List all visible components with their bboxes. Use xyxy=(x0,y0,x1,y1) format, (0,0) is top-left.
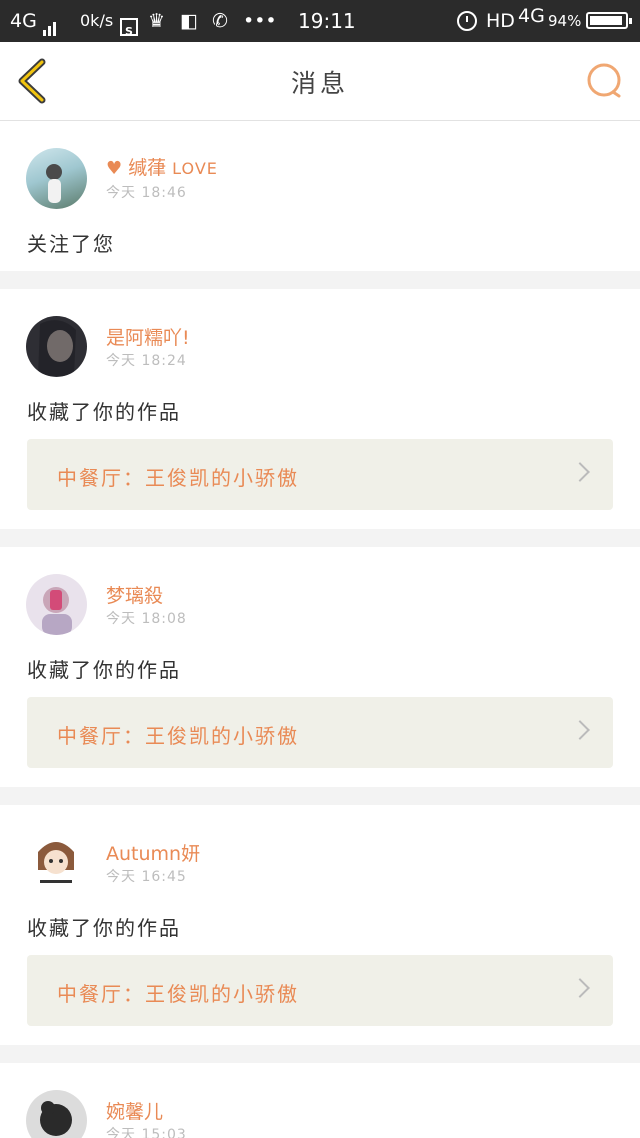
username-text: 缄葎 xyxy=(128,157,167,179)
more-icon: ••• xyxy=(243,10,277,32)
message-card: Autumn妍 今天 16:45 收藏了你的作品 中餐厅：王俊凯的小骄傲 xyxy=(0,805,640,1045)
message-time: 今天 15:03 xyxy=(106,1127,187,1138)
avatar[interactable] xyxy=(26,1090,87,1138)
message-action: 关注了您 xyxy=(27,232,115,256)
search-icon[interactable] xyxy=(586,62,622,98)
message-time: 今天 18:08 xyxy=(106,611,187,627)
clock: 19:11 xyxy=(298,9,356,33)
phone-icon: ✆ xyxy=(212,10,228,32)
battery-fill xyxy=(590,16,622,25)
work-title: 中餐厅：王俊凯的小骄傲 xyxy=(57,466,299,490)
message-time: 今天 18:46 xyxy=(106,185,187,201)
network-label: 4G xyxy=(10,10,37,32)
alarm-icon xyxy=(457,11,477,31)
user-badge: LOVE xyxy=(172,159,218,178)
work-title: 中餐厅：王俊凯的小骄傲 xyxy=(57,982,299,1006)
vibrate-icon: ◧ xyxy=(180,10,198,32)
message-time: 今天 16:45 xyxy=(106,869,187,885)
page-title: 消息 xyxy=(290,69,349,98)
avatar-figure xyxy=(38,842,74,883)
work-link[interactable]: 中餐厅：王俊凯的小骄傲 xyxy=(27,439,613,510)
username[interactable]: 婉馨儿 xyxy=(106,1097,163,1124)
battery-icon xyxy=(586,12,632,29)
message-action: 收藏了你的作品 xyxy=(27,400,181,424)
avatar[interactable] xyxy=(26,832,87,893)
avatar-figure xyxy=(42,587,72,635)
status-bar: 4G 0k/s S ♛ ◧ ✆ ••• 19:11 HD 4G 94% xyxy=(0,0,640,42)
hd-label: HD xyxy=(486,10,515,32)
username[interactable]: 梦璃殺 xyxy=(106,581,163,608)
avatar[interactable] xyxy=(26,316,87,377)
work-link[interactable]: 中餐厅：王俊凯的小骄傲 xyxy=(27,697,613,768)
heart-icon: ♥ xyxy=(106,158,123,179)
chevron-right-icon xyxy=(570,462,590,482)
crown-icon: ♛ xyxy=(148,10,166,32)
message-card: 是阿糯吖! 今天 18:24 收藏了你的作品 中餐厅：王俊凯的小骄傲 xyxy=(0,289,640,529)
network-right-label: 4G xyxy=(518,5,545,27)
avatar-figure xyxy=(40,1101,72,1136)
work-link[interactable]: 中餐厅：王俊凯的小骄傲 xyxy=(27,955,613,1026)
battery-percent: 94% xyxy=(548,12,582,30)
avatar-figure xyxy=(38,320,76,376)
message-action: 收藏了你的作品 xyxy=(27,658,181,682)
signal-icon xyxy=(43,14,58,36)
message-card: 梦璃殺 今天 18:08 收藏了你的作品 中餐厅：王俊凯的小骄傲 xyxy=(0,547,640,787)
message-card: ♥ 缄葎 LOVE 今天 18:46 关注了您 xyxy=(0,121,640,271)
avatar-figure xyxy=(46,164,62,203)
work-title: 中餐厅：王俊凯的小骄傲 xyxy=(57,724,299,748)
network-speed: 0k/s xyxy=(80,11,114,30)
avatar[interactable] xyxy=(26,148,87,209)
username[interactable]: Autumn妍 xyxy=(106,839,200,866)
message-card: 婉馨儿 今天 15:03 xyxy=(0,1063,640,1138)
nav-bar: 消息 xyxy=(0,42,640,121)
username[interactable]: 是阿糯吖! xyxy=(106,323,190,350)
message-action: 收藏了你的作品 xyxy=(27,916,181,940)
username[interactable]: ♥ 缄葎 LOVE xyxy=(106,153,218,180)
avatar[interactable] xyxy=(26,574,87,635)
chevron-right-icon xyxy=(570,978,590,998)
chevron-right-icon xyxy=(570,720,590,740)
message-time: 今天 18:24 xyxy=(106,353,187,369)
